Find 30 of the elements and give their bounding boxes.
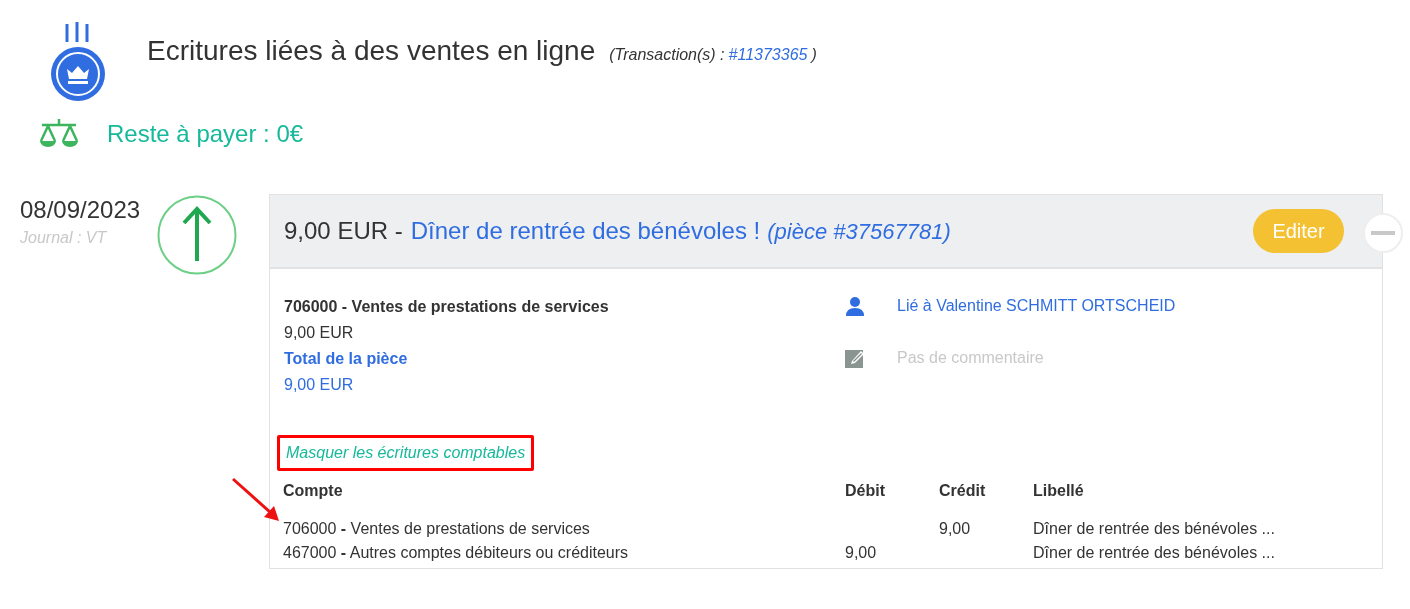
entry-title-link[interactable]: Dîner de rentrée des bénévoles !	[410, 213, 761, 249]
account-cell-text: 706000 - Ventes de prestations de services	[283, 519, 591, 539]
minus-icon	[1371, 231, 1395, 235]
label-cell-text: Dîner de rentrée des bénévoles ...	[1033, 519, 1276, 539]
edit-note-icon	[845, 348, 865, 368]
account-cell-text: 467000 - Autres comptes débiteurs ou créditeurs	[283, 543, 630, 563]
entry-amount: 9,00 EUR -	[284, 216, 403, 246]
account-amount: 9,00 EUR	[284, 323, 355, 343]
linked-person-link[interactable]: Lié à Valentine SCHMITT ORTSCHEID	[897, 294, 1176, 318]
label-cell-text: Dîner de rentrée des bénévoles ...	[1033, 543, 1276, 563]
piece-number: (pièce #37567781)	[767, 217, 951, 246]
account-title: 706000 - Ventes de prestations de services	[284, 297, 610, 317]
pointer-arrow	[231, 477, 281, 523]
page-title: Ecritures liées à des ventes en ligne	[147, 34, 596, 68]
column-header: Libellé	[1033, 481, 1085, 501]
transaction-close: )	[811, 45, 817, 65]
column-header: Débit	[845, 481, 886, 501]
total-label: Total de la pièce	[284, 349, 409, 369]
entry-date: 08/09/2023	[20, 195, 142, 225]
hide-entries-link[interactable]: Masquer les écritures comptables	[277, 435, 535, 471]
total-amount: 9,00 EUR	[284, 375, 355, 395]
column-header: Compte	[283, 481, 344, 501]
user-icon	[845, 296, 865, 316]
column-header: Crédit	[939, 481, 987, 501]
collapse-button[interactable]	[1363, 213, 1403, 253]
credit-cell-text: 9,00	[939, 519, 972, 539]
debit-cell-text: 9,00	[845, 543, 878, 563]
transaction-label: (Transaction(s) :	[609, 45, 725, 65]
balance-text: Reste à payer : 0€	[107, 119, 304, 149]
transaction-link[interactable]: #11373365	[728, 43, 808, 67]
